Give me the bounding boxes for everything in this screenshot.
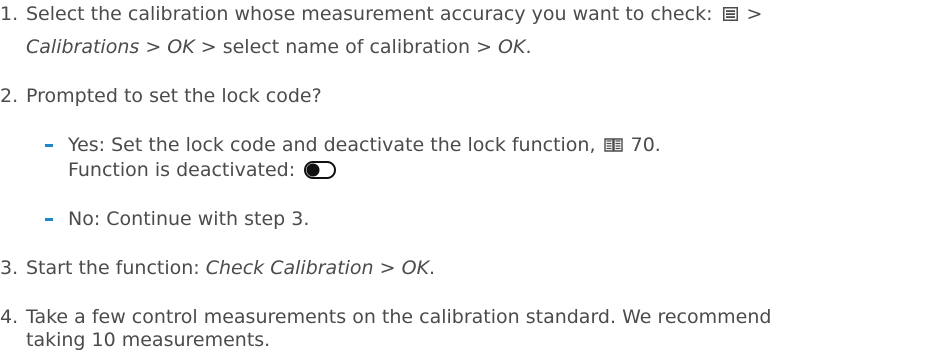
step-2-line: 2. Prompted to set the lock code?: [0, 84, 322, 108]
toggle-off-icon: [304, 161, 337, 179]
no-option-line: No: Continue with step 3.: [68, 207, 309, 231]
step-text: Start the function:: [26, 257, 206, 279]
yes-option-text: Yes: Set the lock code and deactivate th…: [68, 134, 602, 156]
menu-path-calibrations: Calibrations: [26, 36, 140, 58]
step-number: 3.: [0, 257, 19, 279]
separator: >: [373, 257, 402, 279]
step-number: 1.: [0, 3, 19, 25]
menu-path-check-calibration: Check Calibration: [205, 257, 374, 279]
step-4-line-1: 4. Take a few control measurements on the…: [0, 305, 771, 329]
menu-path-ok: OK: [401, 257, 430, 279]
bullet-dash: [45, 144, 53, 147]
step-text: Select the calibration whose measurement…: [26, 3, 719, 25]
step-1-line-2: Calibrations > OK > select name of calib…: [26, 35, 532, 59]
step-text: Take a few control measurements on the c…: [26, 306, 772, 328]
book-icon: [603, 134, 623, 152]
step-text: taking 10 measurements.: [26, 329, 271, 351]
yes-option-line-1: Yes: Set the lock code and deactivate th…: [68, 133, 661, 157]
menu-icon: [722, 3, 738, 21]
bullet-dash: [45, 218, 53, 221]
step-text: Prompted to set the lock code?: [26, 85, 322, 107]
yes-option-line-2: Function is deactivated:: [68, 158, 337, 182]
step-4-line-2: taking 10 measurements.: [26, 328, 270, 352]
step-number: 4.: [0, 306, 19, 328]
step-text: >: [740, 3, 763, 25]
step-1-line-1: 1. Select the calibration whose measureme…: [0, 2, 762, 26]
step-text: .: [429, 257, 436, 279]
no-option-text: No: Continue with step 3.: [68, 208, 310, 230]
step-number: 2.: [0, 85, 19, 107]
yes-option-text: Function is deactivated:: [68, 159, 302, 181]
step-text: .: [525, 36, 532, 58]
menu-path-ok: OK: [167, 36, 195, 58]
step-text: > select name of calibration >: [194, 36, 499, 58]
step-3-line: 3. Start the function: Check Calibration …: [0, 256, 435, 280]
page-reference: 70.: [624, 134, 661, 156]
menu-path-ok: OK: [498, 36, 526, 58]
separator: >: [139, 36, 168, 58]
